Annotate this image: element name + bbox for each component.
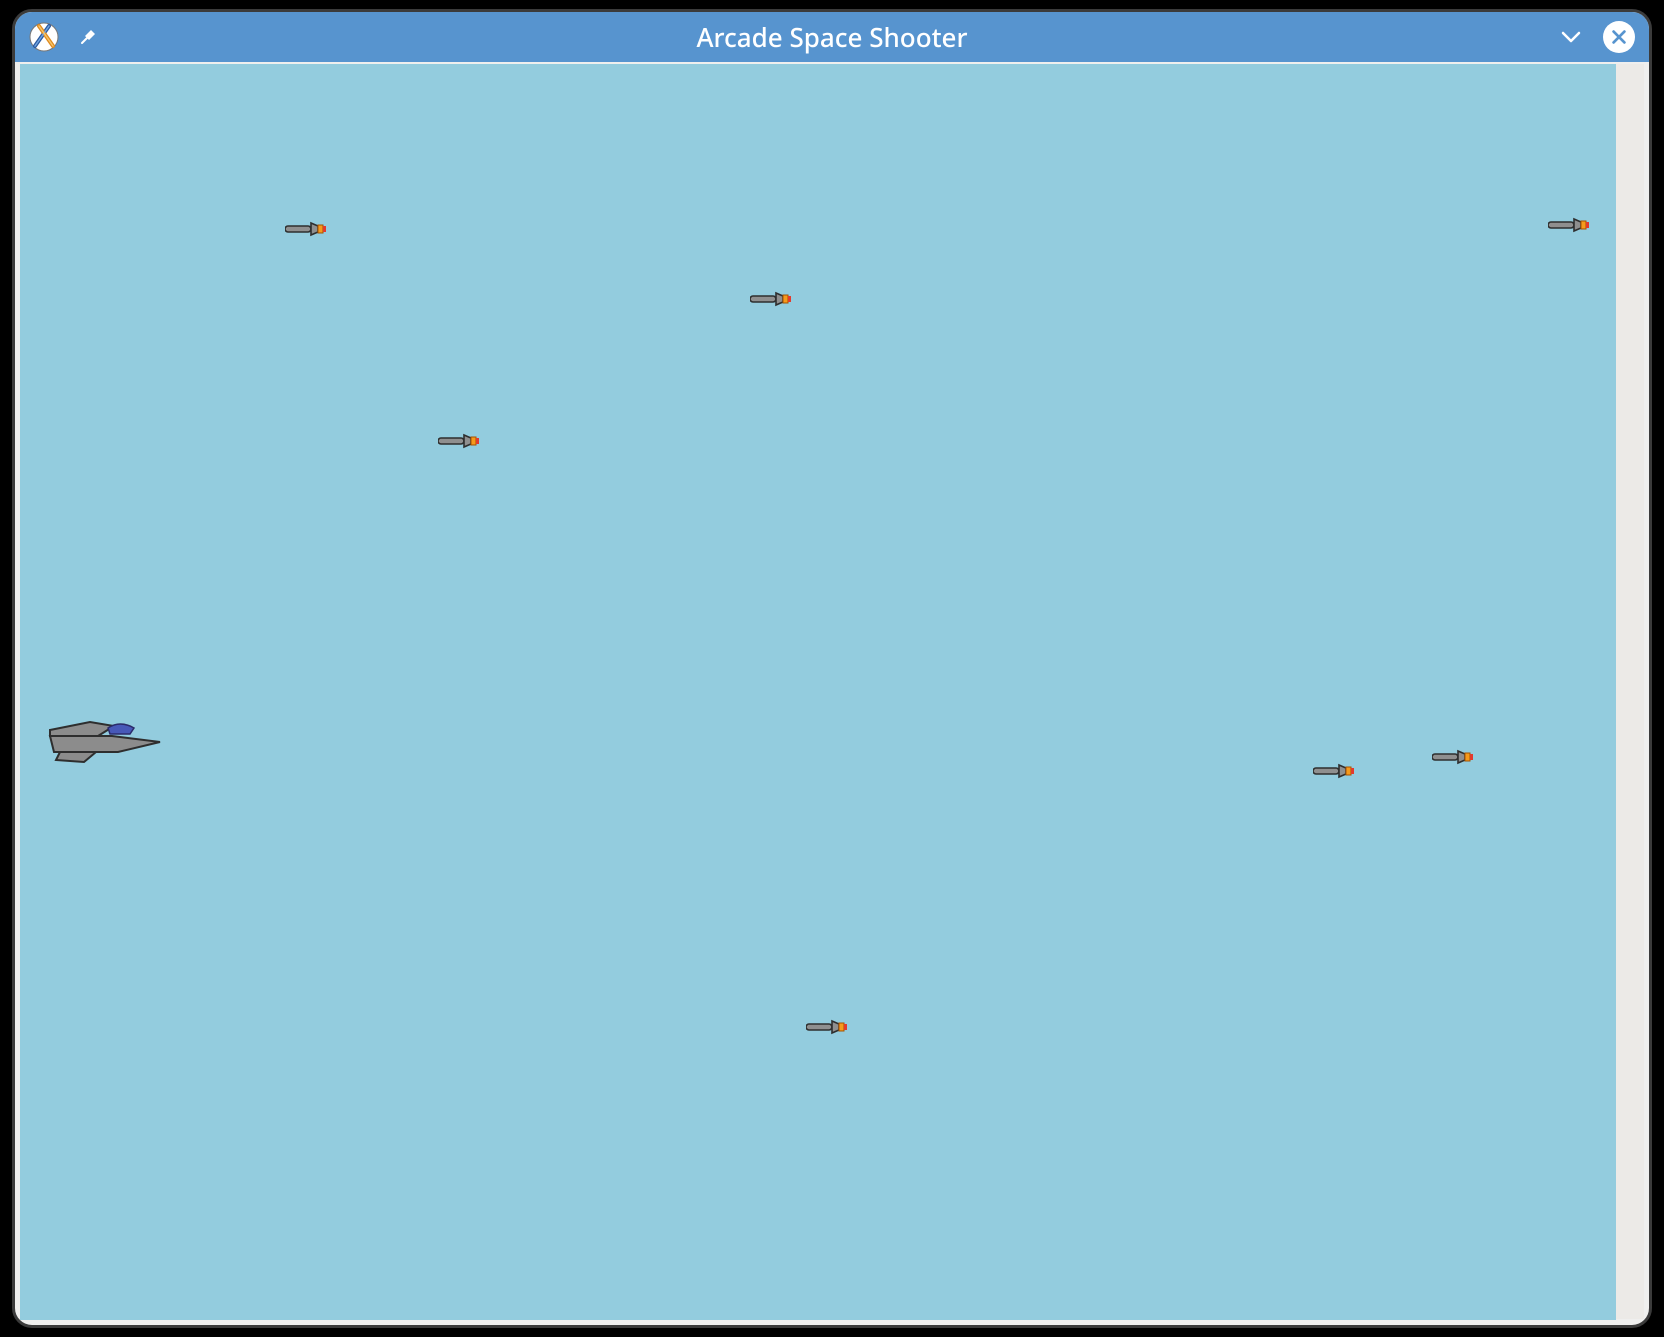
player-ship — [48, 712, 166, 764]
enemy-bullet — [285, 220, 329, 238]
enemy-bullet — [806, 1018, 850, 1036]
minimize-chevron-icon[interactable] — [1557, 23, 1585, 51]
app-x-icon — [29, 22, 59, 52]
enemy-bullet — [1313, 762, 1357, 780]
enemy-bullet — [438, 432, 482, 450]
enemy-bullet — [750, 290, 794, 308]
window-frame: Arcade Space Shooter — [12, 9, 1652, 1328]
enemy-bullet — [1548, 216, 1592, 234]
titlebar[interactable]: Arcade Space Shooter — [15, 12, 1649, 62]
pin-icon[interactable] — [79, 28, 97, 46]
client-area — [20, 64, 1644, 1319]
close-button[interactable] — [1603, 21, 1635, 53]
game-canvas[interactable] — [20, 64, 1616, 1320]
enemy-bullet — [1432, 748, 1476, 766]
close-icon — [1610, 28, 1628, 46]
window-title: Arcade Space Shooter — [15, 19, 1649, 55]
